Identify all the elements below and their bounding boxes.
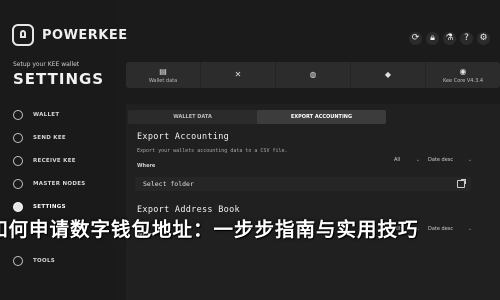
overlay-text: 如何申请数字钱包地址：一步步指南与实用技巧 bbox=[0, 217, 419, 241]
sidebar-item-receive-kee[interactable]: RECEIVE KEE bbox=[13, 156, 76, 166]
filter-value: All bbox=[394, 157, 401, 163]
flask-icon[interactable]: ⚗ bbox=[443, 32, 456, 45]
topbar-icons: ⟳ 🔒︎ ⚗ ? ⚙ bbox=[409, 32, 490, 45]
export-accounting-description: Export your wallets accounting data to a… bbox=[137, 148, 288, 154]
refresh-icon[interactable]: ⟳ bbox=[409, 32, 422, 45]
settings-tabs: ▤ Wallet data ✕ ◍ ◆ ◉ Kee Core V4.3.4 bbox=[126, 62, 500, 88]
shield-icon: ◆ bbox=[384, 69, 392, 79]
sort-select[interactable]: Date desc ⌄ bbox=[428, 155, 472, 165]
subtab-wallet-data[interactable]: WALLET DATA bbox=[128, 110, 257, 124]
sidebar-item-label: TOOLS bbox=[33, 258, 56, 264]
powerkee-logo-icon bbox=[12, 24, 34, 46]
tab-kee-core[interactable]: ◉ Kee Core V4.3.4 bbox=[426, 62, 500, 88]
tab-user[interactable]: ◍ bbox=[276, 62, 351, 88]
sidebar-item-label: RECEIVE KEE bbox=[33, 158, 76, 164]
tab-security[interactable]: ◆ bbox=[351, 62, 426, 88]
settings-icon[interactable]: ⚙ bbox=[477, 32, 490, 45]
logo: POWERKEE bbox=[12, 24, 128, 46]
sidebar-item-label: WALLET bbox=[33, 112, 60, 118]
nodes-icon bbox=[13, 179, 23, 189]
chevron-down-icon: ⌄ bbox=[415, 157, 420, 163]
kee-core-icon: ◉ bbox=[459, 66, 467, 76]
chevron-down-icon: ⌄ bbox=[467, 157, 472, 163]
wallet-data-panel: WALLET DATA EXPORT ACCOUNTING Export Acc… bbox=[126, 104, 500, 300]
sidebar-item-label: SEND KEE bbox=[33, 135, 66, 141]
tab-label: Wallet data bbox=[148, 77, 178, 84]
sidebar: POWERKEE Setup your KEE wallet SETTINGS … bbox=[0, 0, 127, 300]
select-folder-field[interactable]: Select folder bbox=[135, 177, 471, 191]
tab-label: Kee Core V4.3.4 bbox=[442, 77, 484, 84]
sidebar-item-wallet[interactable]: WALLET bbox=[13, 110, 59, 120]
sidebar-item-label: MASTER NODES bbox=[33, 181, 86, 187]
external-link-icon[interactable] bbox=[457, 179, 466, 188]
lock-icon[interactable]: 🔒︎ bbox=[426, 32, 439, 45]
logo-text: POWERKEE bbox=[42, 27, 128, 43]
tools-icon bbox=[13, 256, 23, 266]
wallet-icon bbox=[13, 110, 23, 120]
receive-icon bbox=[13, 156, 23, 166]
folder-placeholder: Select folder bbox=[143, 180, 194, 188]
sidebar-item-send-kee[interactable]: SEND KEE bbox=[13, 133, 66, 143]
tab-tools[interactable]: ✕ bbox=[201, 62, 276, 88]
where-label: Where bbox=[137, 163, 156, 169]
sort-value: Date desc bbox=[428, 157, 454, 163]
filter-select[interactable]: All ⌄ bbox=[394, 155, 420, 165]
help-icon[interactable]: ? bbox=[460, 32, 473, 45]
export-accounting-title: Export Accounting bbox=[137, 132, 230, 142]
user-icon: ◍ bbox=[309, 69, 317, 79]
setup-subtitle: Setup your KEE wallet bbox=[13, 61, 80, 68]
tab-wallet-data[interactable]: ▤ Wallet data bbox=[126, 62, 201, 88]
overlay-caption: 如何申请数字钱包地址：一步步指南与实用技巧 bbox=[0, 206, 500, 248]
send-icon bbox=[13, 133, 23, 143]
subtab-export-accounting[interactable]: EXPORT ACCOUNTING bbox=[257, 110, 386, 124]
sidebar-item-tools[interactable]: TOOLS bbox=[13, 256, 55, 266]
wallet-data-icon: ▤ bbox=[159, 66, 167, 76]
page-title: SETTINGS bbox=[13, 70, 105, 88]
tools-icon: ✕ bbox=[234, 69, 242, 79]
sidebar-item-master-nodes[interactable]: MASTER NODES bbox=[13, 179, 86, 189]
subtabs: WALLET DATA EXPORT ACCOUNTING bbox=[128, 110, 386, 124]
